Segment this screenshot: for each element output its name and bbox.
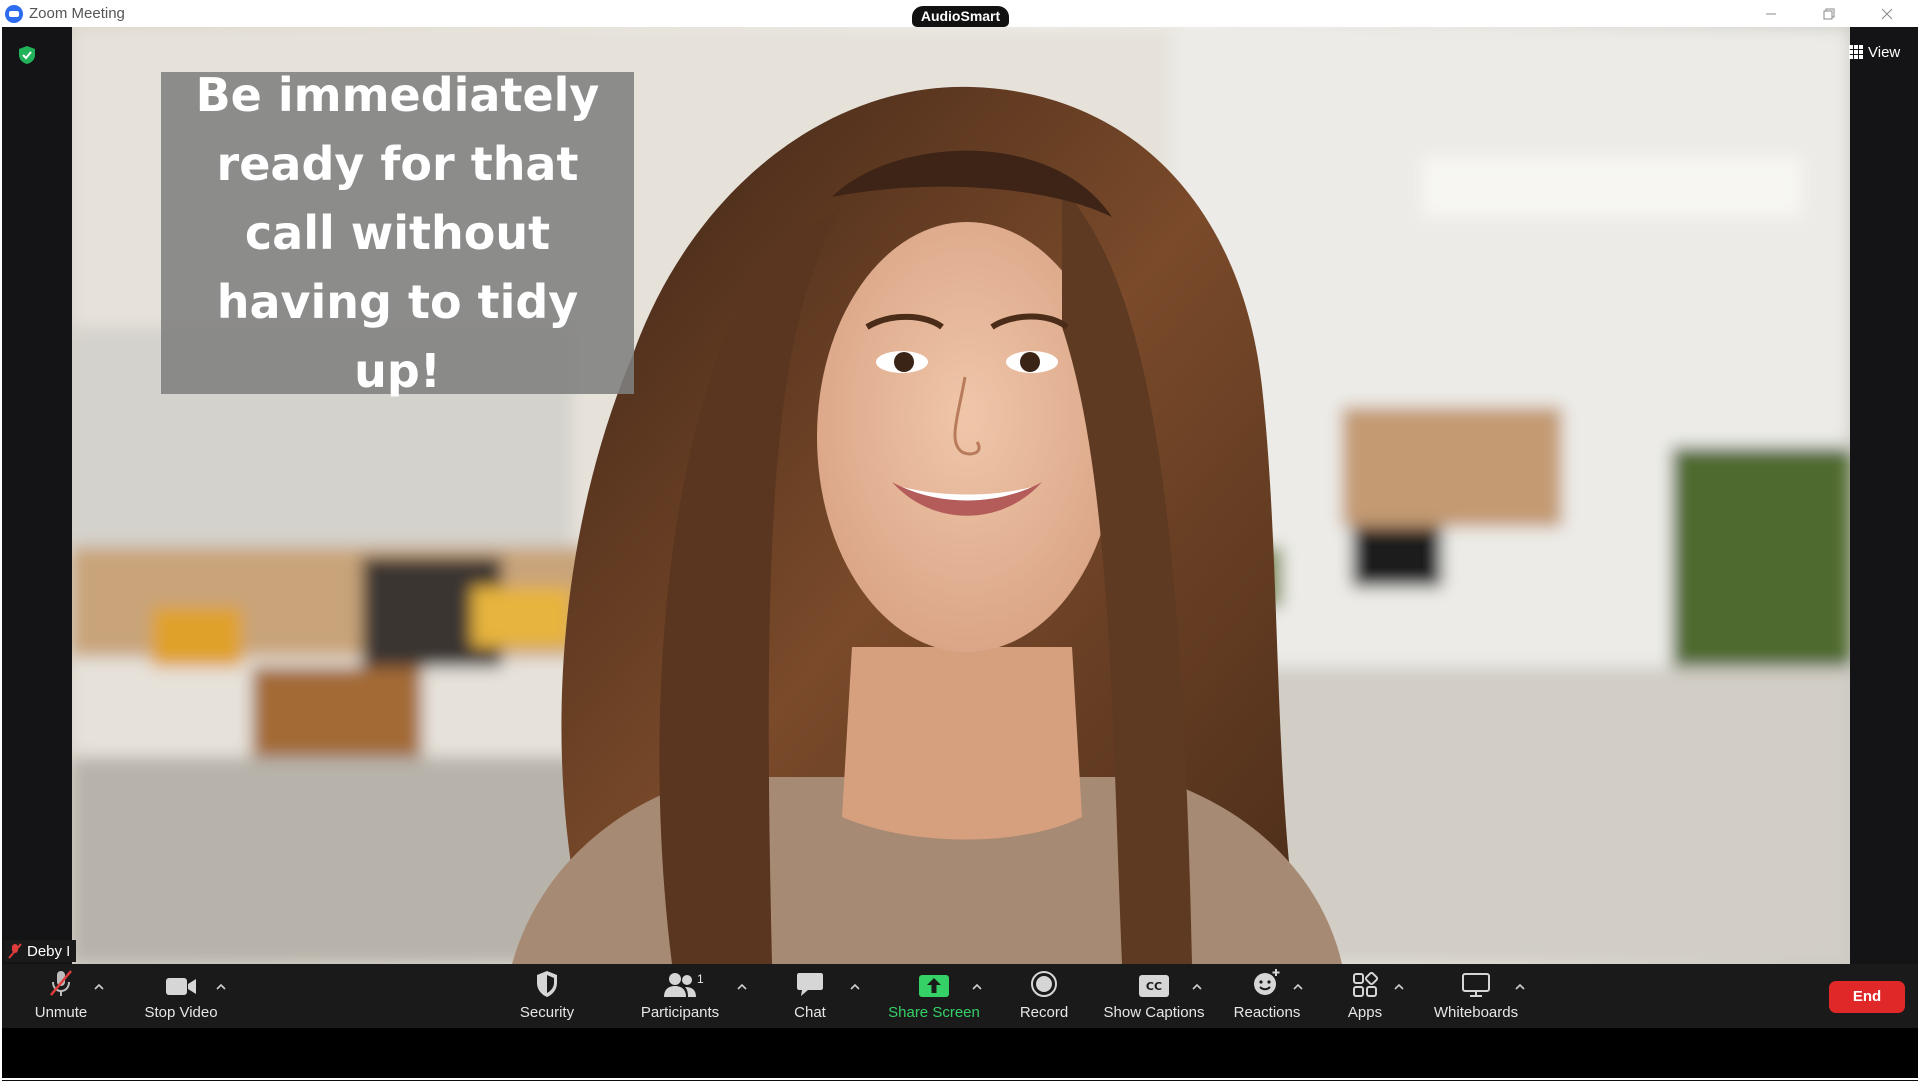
show-captions-button[interactable]: CC Show Captions — [1102, 964, 1206, 1028]
stop-video-label: Stop Video — [144, 1004, 218, 1021]
end-meeting-button[interactable]: End — [1829, 981, 1905, 1013]
bottom-bar — [2, 1028, 1918, 1080]
mic-muted-icon — [8, 943, 22, 959]
promo-overlay: Be immediately ready for that call witho… — [161, 68, 634, 398]
mic-muted-icon — [50, 970, 72, 996]
chevron-up-icon[interactable] — [1513, 980, 1527, 994]
reactions-button[interactable]: Reactions — [1226, 964, 1308, 1028]
reactions-label: Reactions — [1233, 1004, 1301, 1021]
participant-name-tag: Deby I — [4, 940, 77, 962]
record-button[interactable]: Record — [1012, 964, 1076, 1028]
view-label: View — [1868, 43, 1901, 61]
close-button[interactable] — [1858, 0, 1916, 27]
security-label: Security — [519, 1004, 575, 1021]
chevron-up-icon[interactable] — [1190, 980, 1204, 994]
whiteboard-icon — [1462, 973, 1490, 997]
minimize-icon — [1766, 13, 1776, 15]
security-button[interactable]: Security — [507, 964, 587, 1028]
chevron-up-icon[interactable] — [848, 980, 862, 994]
zoom-logo-icon — [5, 5, 23, 23]
left-strip — [2, 27, 72, 964]
participant-name: Deby I — [27, 942, 71, 960]
participants-label: Participants — [640, 1004, 720, 1021]
reaction-smiley-icon — [1254, 969, 1280, 995]
chevron-up-icon[interactable] — [1291, 980, 1305, 994]
chat-label: Chat — [794, 1004, 826, 1021]
svg-text:CC: CC — [1146, 980, 1162, 993]
chat-bubble-icon — [797, 973, 823, 996]
participants-count: 1 — [697, 972, 704, 986]
minimize-button[interactable] — [1742, 0, 1800, 27]
chat-button[interactable]: Chat — [780, 964, 840, 1028]
show-captions-label: Show Captions — [1103, 1004, 1205, 1021]
cc-icon: CC — [1139, 975, 1169, 997]
participants-icon — [664, 973, 696, 997]
participants-button[interactable]: Participants — [630, 964, 730, 1028]
share-screen-button[interactable]: Share Screen — [884, 964, 984, 1028]
chevron-up-icon[interactable] — [735, 980, 749, 994]
apps-icon — [1353, 972, 1378, 997]
share-arrow-icon — [919, 975, 949, 997]
chevron-up-icon[interactable] — [92, 980, 106, 994]
audiosmart-badge: AudioSmart — [912, 6, 1009, 27]
close-icon — [1881, 8, 1893, 20]
participant-video: Be immediately ready for that call witho… — [72, 27, 1850, 964]
record-icon — [1031, 971, 1057, 997]
meeting-toolbar: Unmute Stop Video Security Participants … — [2, 964, 1918, 1028]
grid-icon — [1849, 45, 1863, 59]
video-camera-icon — [166, 978, 196, 995]
chevron-up-icon[interactable] — [1392, 980, 1406, 994]
window-title-bar: Zoom Meeting AudioSmart — [0, 0, 1920, 27]
shield-check-icon[interactable] — [17, 45, 37, 65]
apps-button[interactable]: Apps — [1336, 964, 1394, 1028]
window-title: Zoom Meeting — [29, 5, 125, 22]
view-button[interactable]: View — [1849, 41, 1900, 63]
unmute-label: Unmute — [34, 1004, 88, 1021]
share-screen-label: Share Screen — [888, 1004, 980, 1021]
stop-video-button[interactable]: Stop Video — [134, 964, 228, 1028]
shield-icon — [537, 971, 557, 997]
whiteboards-button[interactable]: Whiteboards — [1426, 964, 1526, 1028]
right-strip — [1850, 27, 1918, 964]
chevron-up-icon[interactable] — [214, 980, 228, 994]
whiteboards-label: Whiteboards — [1433, 1004, 1519, 1021]
chevron-up-icon[interactable] — [970, 980, 984, 994]
restore-icon — [1823, 8, 1835, 20]
record-label: Record — [1019, 1004, 1069, 1021]
promo-text: Be immediately ready for that call witho… — [195, 67, 600, 398]
apps-label: Apps — [1347, 1004, 1383, 1021]
unmute-button[interactable]: Unmute — [24, 964, 98, 1028]
restore-button[interactable] — [1800, 0, 1858, 27]
